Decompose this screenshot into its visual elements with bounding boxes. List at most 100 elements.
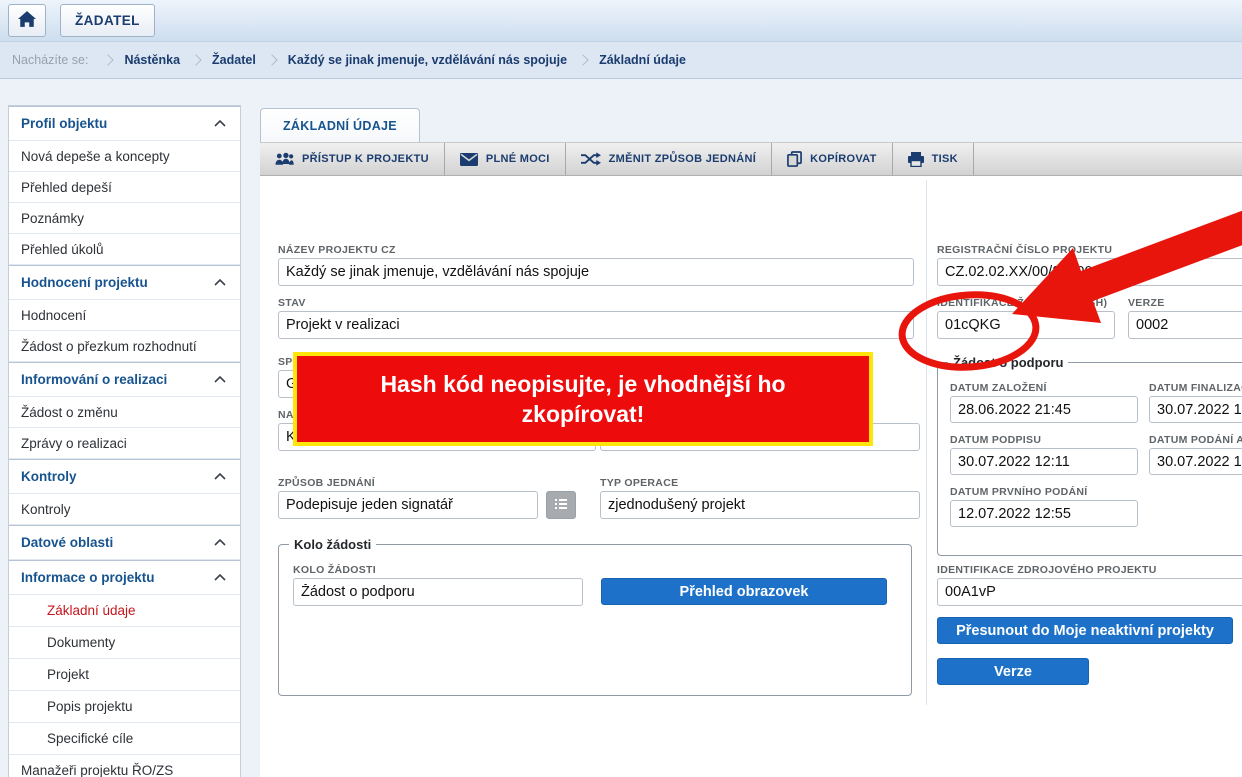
datum-input-datum-zalozeni[interactable] [950, 396, 1138, 423]
sidebar-section-informovani-o-realizaci[interactable]: Informování o realizaci [9, 362, 240, 397]
chevron-up-icon [214, 279, 226, 286]
hash-label: IDENTIFIKACE ŽÁDOSTI (HASH) [937, 297, 1107, 309]
warning-overlay-box: Hash kód neopisujte, je vhodnější ho zko… [293, 352, 873, 446]
breadcrumb-item-kazdy-se-jinak-jmenuje-vzdelavani-nas-spojuje[interactable]: Každý se jinak jmenuje, vzdělávání nás s… [288, 53, 567, 67]
datum-label-datum-podpisu: DATUM PODPISU [950, 434, 1041, 446]
sidebar-item-specificke-cile[interactable]: Specifické cíle [9, 723, 240, 755]
datum-input-datum-podani-aktualni-verze[interactable] [1149, 448, 1242, 475]
toolbar-button-label: ZMĚNIT ZPŮSOB JEDNÁNÍ [609, 153, 756, 165]
sidebar-item-prehled-ukolu[interactable]: Přehled úkolů [9, 234, 240, 265]
breadcrumb-separator-icon [577, 54, 588, 65]
datum-label-datum-podani-aktualni-verze: DATUM PODÁNÍ AKTUÁLNÍ VERZE [1149, 434, 1242, 446]
sidebar-label: Přehled úkolů [21, 242, 104, 257]
toolbar-button-label: PLNÉ MOCI [486, 153, 550, 165]
zpusob-jednani-label: ZPŮSOB JEDNÁNÍ [278, 477, 375, 489]
chevron-up-icon [214, 539, 226, 546]
sidebar-label: Hodnocení [21, 308, 86, 323]
breadcrumb-item-zadatel[interactable]: Žadatel [212, 53, 256, 67]
column-divider [926, 180, 927, 705]
typ-operace-input[interactable] [600, 491, 920, 519]
sidebar-item-prehled-depesi[interactable]: Přehled depeší [9, 172, 240, 203]
toolbar-button-kopirovat[interactable]: KOPÍROVAT [772, 143, 892, 175]
kolo-zadosti-input[interactable] [293, 578, 583, 606]
sidebar-item-zpravy-o-realizaci[interactable]: Zprávy o realizaci [9, 428, 240, 459]
sidebar-item-zakladni-udaje[interactable]: Základní údaje [9, 595, 240, 627]
breadcrumb-separator-icon [103, 54, 114, 65]
typ-operace-label: TYP OPERACE [600, 477, 678, 489]
sidebar-label: Profil objektu [21, 116, 107, 131]
home-button[interactable] [8, 4, 46, 37]
sidebar-item-manazeri-projektu-ro-zs[interactable]: Manažeři projektu ŘO/ZS [9, 755, 240, 777]
nazev-projektu-input[interactable] [278, 258, 914, 286]
sidebar-label: Hodnocení projektu [21, 275, 148, 290]
sidebar-item-projekt[interactable]: Projekt [9, 659, 240, 691]
verze-label: VERZE [1128, 297, 1165, 309]
home-icon [18, 11, 36, 30]
toolbar-button-zmenit-zpusob-jednani[interactable]: ZMĚNIT ZPŮSOB JEDNÁNÍ [566, 143, 772, 175]
breadcrumb-item-nastenka[interactable]: Nástěnka [124, 53, 180, 67]
sidebar-label: Dokumenty [47, 635, 115, 650]
registracni-cislo-input[interactable] [937, 258, 1242, 286]
page: ŽADATEL Nacházíte se: Nástěnka Žadatel Kaž… [0, 0, 1242, 777]
shuffle-icon [581, 152, 601, 166]
nazev-projektu-label: NÁZEV PROJEKTU CZ [278, 244, 396, 256]
zpusob-jednani-input[interactable] [278, 491, 538, 519]
sidebar-section-kontroly[interactable]: Kontroly [9, 459, 240, 494]
datum-input-datum-prvniho-podani[interactable] [950, 500, 1138, 527]
sidebar-item-zadost-o-zmenu[interactable]: Žádost o změnu [9, 397, 240, 428]
kolo-zadosti-label: KOLO ŽÁDOSTI [293, 564, 376, 576]
datum-label-datum-finalizace: DATUM FINALIZACE [1149, 382, 1242, 394]
chevron-up-icon [214, 120, 226, 127]
sidebar-item-popis-projektu[interactable]: Popis projektu [9, 691, 240, 723]
sidebar-item-nova-depese-a-koncepty[interactable]: Nová depeše a koncepty [9, 141, 240, 172]
stav-input[interactable] [278, 311, 914, 339]
datum-label-datum-zalozeni: DATUM ZALOŽENÍ [950, 382, 1047, 394]
sidebar-item-dokumenty[interactable]: Dokumenty [9, 627, 240, 659]
sidebar-item-hodnoceni[interactable]: Hodnocení [9, 300, 240, 331]
sidebar-item-kontroly[interactable]: Kontroly [9, 494, 240, 525]
hash-input[interactable] [937, 311, 1115, 339]
sidebar-label: Základní údaje [47, 603, 136, 618]
top-application-bar: ŽADATEL [0, 0, 1242, 42]
sidebar-section-datove-oblasti[interactable]: Datové oblasti [9, 525, 240, 560]
verze-input[interactable] [1128, 311, 1242, 339]
toolbar-button-pristup-k-projektu[interactable]: PŘÍSTUP K PROJEKTU [260, 143, 445, 175]
toolbar: PŘÍSTUP K PROJEKTU PLNÉ MOCI ZMĚNIT ZPŮSOB… [260, 142, 1242, 176]
zadost-o-podporu-fieldset: Žádost o podporu DATUM ZALOŽENÍDATUM FIN… [937, 362, 1242, 556]
zadatel-button[interactable]: ŽADATEL [60, 4, 155, 37]
chevron-up-icon [214, 376, 226, 383]
sidebar-item-zadost-o-prezkum-rozhodnuti[interactable]: Žádost o přezkum rozhodnutí [9, 331, 240, 362]
datum-input-datum-finalizace[interactable] [1149, 396, 1242, 423]
printer-icon [908, 152, 924, 167]
copy-icon [787, 151, 802, 167]
sidebar-label: Nová depeše a koncepty [21, 149, 170, 164]
sidebar-item-poznamky[interactable]: Poznámky [9, 203, 240, 234]
sidebar-section-hodnoceni-projektu[interactable]: Hodnocení projektu [9, 265, 240, 300]
sidebar-label: Zprávy o realizaci [21, 436, 127, 451]
sidebar-label: Kontroly [21, 502, 71, 517]
sidebar-label: Žádost o změnu [21, 405, 118, 420]
prehled-obrazovek-button[interactable]: Přehled obrazovek [601, 578, 887, 605]
toolbar-button-label: PŘÍSTUP K PROJEKTU [302, 153, 429, 165]
breadcrumb-item-zakladni-udaje[interactable]: Základní údaje [599, 53, 686, 67]
sidebar-section-profil-objektu[interactable]: Profil objektu [9, 106, 240, 141]
zpusob-jednani-list-button[interactable] [546, 491, 576, 519]
tab-zakladni-udaje[interactable]: ZÁKLADNÍ ÚDAJE [260, 108, 420, 143]
sidebar-section-informace-o-projektu[interactable]: Informace o projektu [9, 560, 240, 595]
toolbar-button-plne-moci[interactable]: PLNÉ MOCI [445, 143, 566, 175]
warning-overlay-text: Hash kód neopisujte, je vhodnější ho zko… [342, 369, 824, 429]
datum-input-datum-podpisu[interactable] [950, 448, 1138, 475]
sidebar-label: Manažeři projektu ŘO/ZS [21, 763, 173, 777]
sidebar-label: Specifické cíle [47, 731, 133, 746]
breadcrumb-prefix: Nacházíte se: [12, 53, 88, 67]
presunout-neaktivni-button[interactable]: Přesunout do Moje neaktivní projekty [937, 617, 1233, 644]
toolbar-button-label: KOPÍROVAT [810, 153, 876, 165]
sidebar-label: Žádost o přezkum rozhodnutí [21, 339, 197, 354]
toolbar-button-label: TISK [932, 153, 958, 165]
sidebar-label: Informování o realizaci [21, 372, 167, 387]
envelope-icon [460, 153, 478, 166]
toolbar-button-tisk[interactable]: TISK [893, 143, 974, 175]
verze-button[interactable]: Verze [937, 658, 1089, 685]
zdrojovy-projekt-input[interactable] [937, 578, 1242, 606]
sidebar: Profil objektu Nová depeše a koncepty Přeh… [8, 105, 241, 777]
